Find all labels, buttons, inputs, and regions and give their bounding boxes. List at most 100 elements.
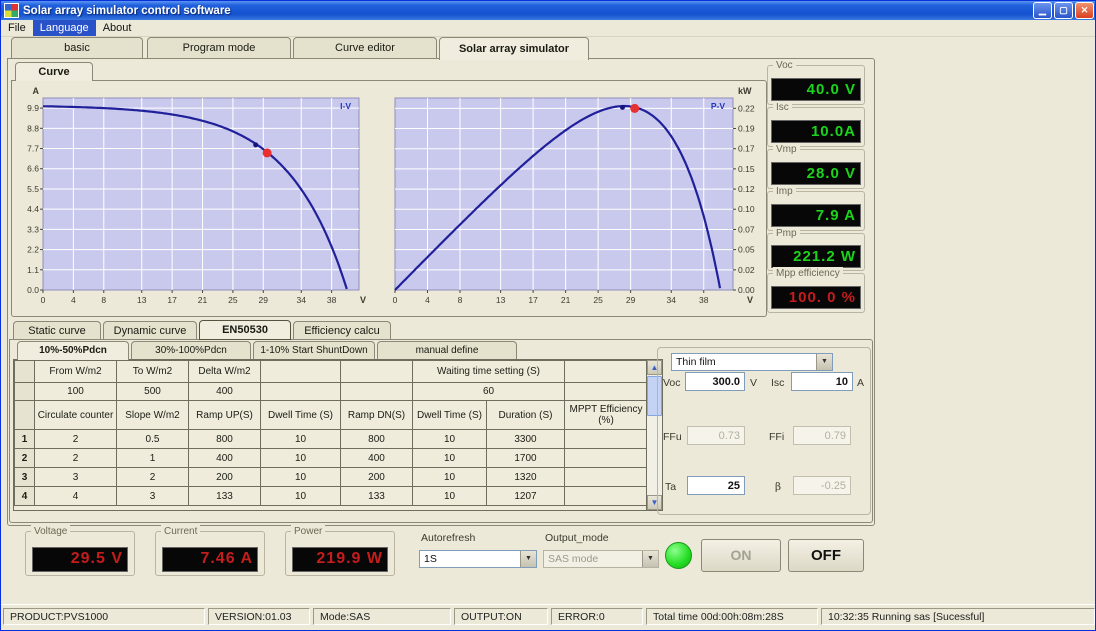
tab-dynamic-curve[interactable]: Dynamic curve <box>103 321 197 340</box>
table-cell[interactable]: 3 <box>117 487 189 506</box>
tab-manual-define[interactable]: manual define <box>377 341 517 360</box>
menu-item-file[interactable]: File <box>1 20 33 36</box>
current-display: 7.46 A <box>162 547 258 572</box>
ffu-input[interactable] <box>687 426 745 445</box>
table-cell[interactable]: 10 <box>413 487 487 506</box>
table-cell[interactable]: 10 <box>261 487 341 506</box>
power-display: 219.9 W <box>292 547 388 572</box>
table-cell[interactable]: 2 <box>117 468 189 487</box>
minimize-button[interactable]: ▁ <box>1033 2 1052 19</box>
table-cell[interactable]: 10 <box>261 449 341 468</box>
tab-30-100-pdcn[interactable]: 30%-100%Pdcn <box>131 341 251 360</box>
isc-input[interactable] <box>791 372 853 391</box>
to-value[interactable]: 500 <box>117 383 189 401</box>
col-header-duration: Duration (S) <box>487 401 565 430</box>
table-cell[interactable]: 10 <box>413 449 487 468</box>
table-cell[interactable]: 400 <box>341 449 413 468</box>
table-cell[interactable]: 0.5 <box>117 430 189 449</box>
menu-item-language[interactable]: Language <box>33 20 96 36</box>
table-cell[interactable]: 1700 <box>487 449 565 468</box>
pv-type-value: Thin film <box>676 356 716 368</box>
svg-text:3.3: 3.3 <box>27 224 39 234</box>
table-cell[interactable]: 3 <box>35 468 117 487</box>
close-button[interactable]: ✕ <box>1075 2 1094 19</box>
svg-text:9.9: 9.9 <box>27 103 39 113</box>
beta-input[interactable] <box>793 476 851 495</box>
table-cell[interactable]: 2 <box>35 430 117 449</box>
col-header-waiting-time: Waiting time setting (S) <box>413 361 565 383</box>
table-cell[interactable]: 200 <box>189 468 261 487</box>
table-cell[interactable]: 133 <box>189 487 261 506</box>
table-cell[interactable] <box>565 487 648 506</box>
chevron-down-icon: ▼ <box>642 551 658 567</box>
svg-text:V: V <box>360 295 366 305</box>
maximize-button[interactable]: ▢ <box>1054 2 1073 19</box>
tab-en50530[interactable]: EN50530 <box>199 320 291 340</box>
table-row: 120.580010800103300 <box>15 430 648 449</box>
table-cell[interactable]: 4 <box>35 487 117 506</box>
on-button[interactable]: ON <box>701 539 781 572</box>
tab-efficiency-calcu[interactable]: Efficiency calcu <box>293 321 391 340</box>
from-value[interactable]: 100 <box>35 383 117 401</box>
autorefresh-dropdown[interactable]: 1S ▼ <box>419 550 537 568</box>
table-cell[interactable]: 200 <box>341 468 413 487</box>
ffi-input[interactable] <box>793 426 851 445</box>
status-error: ERROR:0 <box>551 608 643 625</box>
chevron-down-icon[interactable]: ▼ <box>816 354 832 370</box>
param-isc-label: Isc <box>771 377 784 389</box>
table-cell[interactable]: 1 <box>117 449 189 468</box>
row-number: 2 <box>15 449 35 468</box>
table-cell[interactable]: 10 <box>261 468 341 487</box>
table-corner-cell <box>15 361 35 383</box>
tab-1-10-start-shutdown[interactable]: 1-10% Start ShuntDown <box>253 341 375 360</box>
tab-10-50-pdcn[interactable]: 10%-50%Pdcn <box>17 341 129 360</box>
chevron-down-icon[interactable]: ▼ <box>520 551 536 567</box>
svg-text:25: 25 <box>228 295 238 305</box>
svg-text:P-V: P-V <box>711 101 726 111</box>
table-cell[interactable]: 2 <box>35 449 117 468</box>
table-cell[interactable] <box>565 449 648 468</box>
voc-input[interactable] <box>685 372 745 391</box>
app-icon <box>4 3 19 18</box>
svg-text:13: 13 <box>496 295 506 305</box>
table-cell[interactable]: 1320 <box>487 468 565 487</box>
table-cell[interactable]: 1207 <box>487 487 565 506</box>
tab-curve-editor[interactable]: Curve editor <box>293 37 437 59</box>
output-mode-dropdown[interactable]: SAS mode ▼ <box>543 550 659 568</box>
status-bar: PRODUCT:PVS1000 VERSION:01.03 Mode:SAS O… <box>1 604 1096 630</box>
autorefresh-label: Autorefresh <box>421 532 475 544</box>
tab-curve[interactable]: Curve <box>15 62 93 81</box>
table-cell[interactable]: 10 <box>413 468 487 487</box>
svg-text:4: 4 <box>425 295 430 305</box>
pmp-group: Pmp 221.2 W <box>767 233 865 271</box>
table-cell[interactable]: 10 <box>261 430 341 449</box>
delta-value[interactable]: 400 <box>189 383 261 401</box>
tab-solar-array-simulator[interactable]: Solar array simulator <box>439 37 589 60</box>
table-cell[interactable]: 400 <box>189 449 261 468</box>
off-button[interactable]: OFF <box>788 539 864 572</box>
tab-basic[interactable]: basic <box>11 37 143 59</box>
table-cell[interactable]: 800 <box>341 430 413 449</box>
vmp-group: Vmp 28.0 V <box>767 149 865 189</box>
tab-program-mode[interactable]: Program mode <box>147 37 291 59</box>
pv-type-dropdown[interactable]: Thin film ▼ <box>671 353 833 371</box>
table-cell[interactable]: 800 <box>189 430 261 449</box>
table-cell[interactable]: 3300 <box>487 430 565 449</box>
pv-curve-chart: 048131721252934380.000.020.050.070.100.1… <box>389 85 765 309</box>
svg-text:34: 34 <box>667 295 677 305</box>
mpp-efficiency-display: 100. 0 % <box>771 286 861 309</box>
table-cell[interactable] <box>565 468 648 487</box>
table-cell[interactable]: 10 <box>413 430 487 449</box>
svg-text:0.02: 0.02 <box>738 265 755 275</box>
menu-bar: File Language About <box>1 20 1096 37</box>
waiting-time-value[interactable]: 60 <box>413 383 565 401</box>
svg-text:38: 38 <box>327 295 337 305</box>
ta-input[interactable] <box>687 476 745 495</box>
table-cell[interactable] <box>565 430 648 449</box>
iv-curve-chart: 048131721252934380.01.12.23.34.45.56.67.… <box>17 85 369 309</box>
tab-static-curve[interactable]: Static curve <box>13 321 101 340</box>
table-cell[interactable]: 133 <box>341 487 413 506</box>
menu-item-about[interactable]: About <box>96 20 139 36</box>
col-header-circulate-counter: Circulate counter <box>35 401 117 430</box>
svg-text:4: 4 <box>71 295 76 305</box>
